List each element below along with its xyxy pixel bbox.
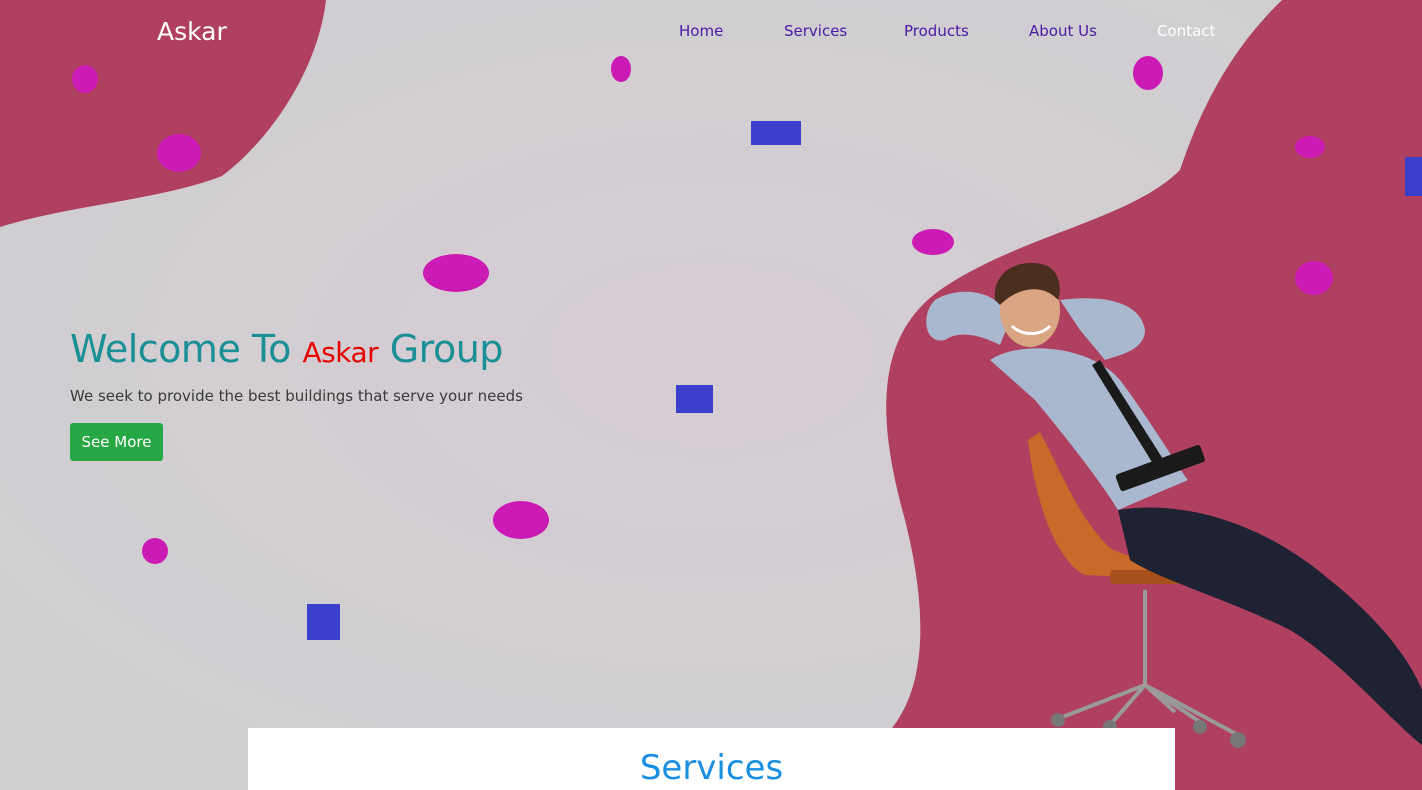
decor-square	[307, 604, 340, 640]
see-more-button[interactable]: See More	[70, 423, 163, 461]
hero-title-accent: Askar	[302, 336, 379, 369]
decor-dot	[423, 254, 489, 292]
decor-dot	[493, 501, 549, 539]
main-nav: Home Services Products About Us Contact	[0, 22, 1422, 44]
hero-section: Welcome To Askar Group We seek to provid…	[70, 327, 523, 405]
hero-subtitle: We seek to provide the best buildings th…	[70, 387, 523, 405]
decor-dot	[1295, 136, 1325, 158]
decor-square	[676, 385, 713, 413]
decor-dot	[1295, 261, 1333, 295]
hero-title: Welcome To Askar Group	[70, 327, 523, 371]
services-heading: Services	[639, 748, 784, 788]
nav-about-us[interactable]: About Us	[1029, 22, 1097, 40]
decor-dot	[912, 229, 954, 255]
decor-square	[1405, 157, 1422, 196]
decor-dot	[142, 538, 168, 564]
decor-square	[751, 121, 801, 145]
nav-products[interactable]: Products	[904, 22, 969, 40]
decor-dot	[72, 65, 98, 93]
hero-title-prefix: Welcome To	[70, 327, 303, 371]
decor-dot	[1133, 56, 1163, 90]
decor-dot	[157, 134, 201, 172]
nav-contact[interactable]: Contact	[1157, 22, 1215, 40]
services-section: Services	[248, 728, 1175, 790]
nav-home[interactable]: Home	[679, 22, 723, 40]
nav-services[interactable]: Services	[784, 22, 847, 40]
decor-dot	[611, 56, 631, 82]
hero-title-suffix: Group	[378, 327, 504, 371]
